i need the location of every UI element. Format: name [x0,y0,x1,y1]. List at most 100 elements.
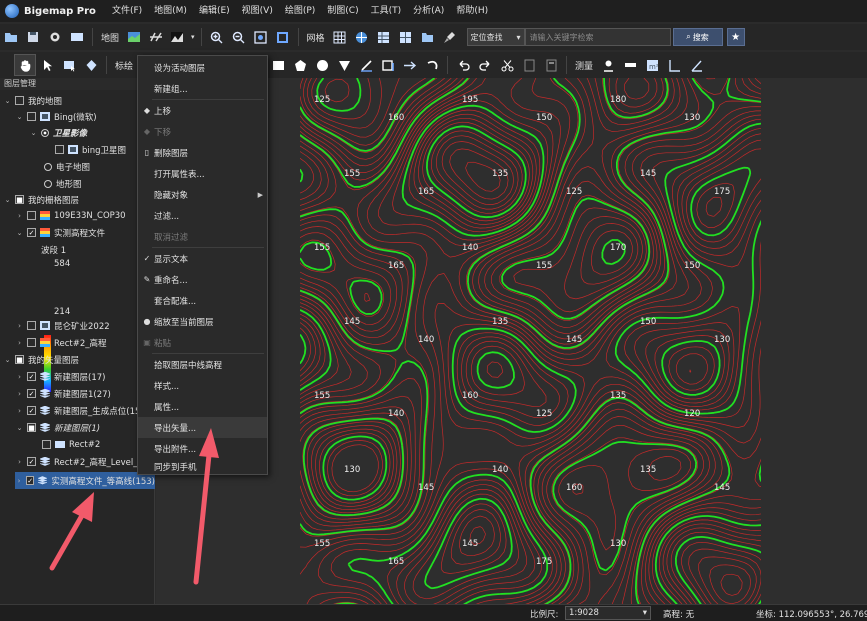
tree-item-satellite[interactable]: ⌄ 卫星影像 [29,124,87,141]
menu-file[interactable]: 文件(F) [106,0,148,22]
scissors-icon[interactable] [498,56,516,74]
tree-item-new-layer-17[interactable]: › ✓ 新建图层(17) [15,368,105,385]
chevron-right-icon[interactable]: › [15,212,24,220]
menu-view[interactable]: 视图(V) [236,0,279,22]
chevron-down-icon[interactable]: ⌄ [29,129,38,137]
checkbox-checked[interactable]: ✓ [27,389,36,398]
clean-brush-icon[interactable] [441,28,459,46]
menu-open-attribute-table[interactable]: 打开属性表... [138,163,267,184]
select-box-icon[interactable] [60,56,78,74]
menu-analysis[interactable]: 分析(A) [407,0,450,22]
menu-delete-layer[interactable]: ▯ 删除图层 [138,142,267,163]
menu-export-vector[interactable]: 导出矢量... [138,417,267,438]
location-pin-icon[interactable] [599,56,617,74]
checkbox[interactable] [27,338,36,347]
line-draw-icon[interactable] [357,56,375,74]
full-extent-icon[interactable] [274,28,292,46]
paste-icon[interactable] [542,56,560,74]
checkbox[interactable] [27,112,36,121]
curve-arrow-icon[interactable] [423,56,441,74]
checkbox[interactable]: ■ [15,195,24,204]
plot-label[interactable]: 标绘 [115,59,133,72]
tree-item-bing-satellite[interactable]: bing卫星图 [55,141,126,158]
select-arrow-icon[interactable] [38,56,56,74]
menu-registration[interactable]: 套合配准... [138,290,267,311]
menu-move-down[interactable]: ◆ 下移 [138,121,267,142]
open-folder-icon[interactable] [2,28,20,46]
tree-item-new-layer-1[interactable]: ⌄ ■ 新建图层(1) [15,419,100,436]
menu-tools[interactable]: 工具(T) [365,0,408,22]
tree-item-bing[interactable]: ⌄ Bing(微软) [15,108,97,125]
arrow-right-icon[interactable] [401,56,419,74]
chevron-down-icon[interactable]: ⌄ [15,424,24,432]
checkbox-checked[interactable]: ✓ [27,457,36,466]
checkbox[interactable] [27,321,36,330]
measure-distance-icon[interactable] [621,56,639,74]
measure-label[interactable]: 测量 [575,59,593,72]
zoom-extent-icon[interactable] [252,28,270,46]
menu-filter[interactable]: 过滤... [138,205,267,226]
road-layer-icon[interactable] [147,28,165,46]
chevron-right-icon[interactable]: › [15,339,24,347]
chevron-right-icon[interactable]: › [15,407,24,415]
tree-item-raster-layers[interactable]: ⌄ ■ 我的栅格图层 [3,191,79,208]
identify-tool-icon[interactable] [82,56,100,74]
favorite-star-icon[interactable]: ★ [726,28,745,46]
checkbox[interactable] [42,440,51,449]
measure-area-icon[interactable]: m² [643,56,661,74]
chevron-down-icon[interactable]: ⌄ [15,113,24,121]
menu-cancel-filter[interactable]: 取消过滤 [138,226,267,247]
checkbox[interactable]: ■ [15,355,24,364]
menu-hide-objects[interactable]: 隐藏对象 ▶ [138,184,267,205]
settings-gear-icon[interactable] [46,28,64,46]
menu-set-active-layer[interactable]: 设为活动图层 [138,57,267,78]
radio-selected[interactable] [41,128,49,137]
menu-rename[interactable]: ✎ 重命名... [138,269,267,290]
redo-icon[interactable] [476,56,494,74]
search-input[interactable] [524,28,671,46]
tree-item-my-maps[interactable]: ⌄ 我的地图 [3,92,62,109]
chevron-right-icon[interactable]: › [15,373,24,381]
tree-item-generated-points[interactable]: › ✓ 新建图层_生成点位(15 [15,402,155,419]
radio-unselected[interactable] [44,162,52,171]
save-icon[interactable] [24,28,42,46]
tree-item-rect2[interactable]: Rect#2 [42,436,100,453]
chevron-down-icon[interactable]: ⌄ [3,196,12,204]
zoom-out-icon[interactable] [230,28,248,46]
checkbox[interactable] [27,211,36,220]
checkbox-checked[interactable]: ✓ [27,228,36,237]
grid-icon[interactable] [331,28,349,46]
marker-draw-icon[interactable] [335,56,353,74]
tree-item-rect2-level16[interactable]: › ✓ Rect#2_高程_Level_16 [15,453,155,470]
checkbox-checked[interactable]: ✓ [26,476,35,485]
tree-item-street-map[interactable]: 电子地图 [44,158,90,175]
tree-item-rect2-elevation[interactable]: › Rect#2_高程 [15,334,107,351]
radio-unselected[interactable] [44,179,52,188]
polygon-draw-icon[interactable] [291,56,309,74]
edit-shape-icon[interactable] [379,56,397,74]
scale-select[interactable]: 1:9028 ▾ [565,606,651,620]
map-label[interactable]: 地图 [101,31,119,44]
checkbox[interactable] [55,145,64,154]
menu-help[interactable]: 帮助(H) [450,0,494,22]
tree-item-kunlun-mining[interactable]: › 昆仑矿业2022 [15,317,110,334]
checkbox-checked[interactable]: ✓ [27,406,36,415]
chevron-right-icon[interactable]: › [15,322,24,330]
measure-angle-icon[interactable] [665,56,683,74]
chevron-down-icon[interactable]: ⌄ [15,229,24,237]
menu-style[interactable]: 样式... [138,375,267,396]
screen-icon[interactable] [68,28,86,46]
menu-sync-to-phone[interactable]: 同步到手机 [138,456,267,477]
circle-draw-icon[interactable] [313,56,331,74]
folder-icon[interactable] [419,28,437,46]
tree-item-measured-elevation[interactable]: ⌄ ✓ 实测高程文件 [15,224,105,241]
tree-item-new-layer1-27[interactable]: › ✓ 新建图层1(27) [15,385,111,402]
grid-label[interactable]: 网格 [307,31,325,44]
search-button[interactable]: ⌕ 搜索 [672,28,723,46]
zoom-in-icon[interactable] [208,28,226,46]
checkbox[interactable]: ■ [27,423,36,432]
menu-edit[interactable]: 编辑(E) [193,0,236,22]
search-type-select[interactable]: 定位查找 ▾ [466,28,525,46]
menu-show-text[interactable]: ✓ 显示文本 [138,248,267,269]
chevron-down-icon[interactable]: ▾ [191,33,195,41]
